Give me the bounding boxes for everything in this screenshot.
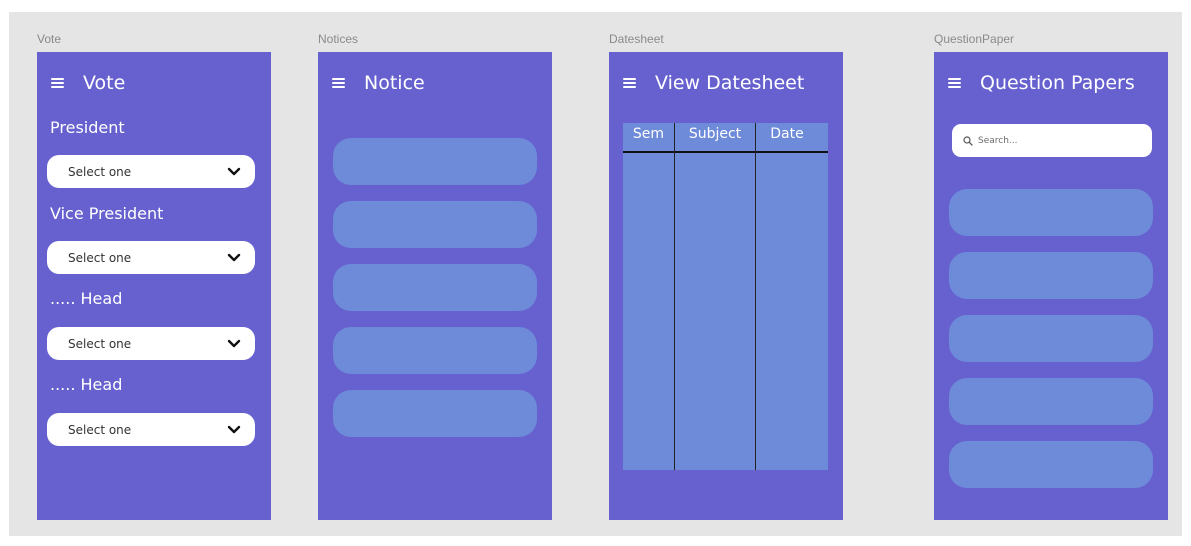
app-bar: Notice: [318, 68, 425, 98]
question-paper-card[interactable]: [949, 189, 1153, 236]
question-paper-card[interactable]: [949, 378, 1153, 425]
field-label-head-1: ..... Head: [50, 289, 123, 308]
datesheet-table: Sem Subject Date: [623, 123, 828, 470]
head-2-select[interactable]: Select one: [47, 413, 255, 446]
frame-label-notices: Notices: [318, 32, 359, 46]
select-value: Select one: [68, 422, 132, 437]
notice-card[interactable]: [333, 201, 537, 248]
hamburger-menu-icon[interactable]: [51, 78, 64, 88]
vice-president-select[interactable]: Select one: [47, 241, 255, 274]
header-divider: [623, 151, 828, 153]
field-label-head-2: ..... Head: [50, 375, 123, 394]
search-bar[interactable]: [952, 124, 1152, 157]
question-paper-card[interactable]: [949, 252, 1153, 299]
chevron-down-icon: [227, 253, 241, 261]
frame-question-paper: Question Papers: [934, 52, 1168, 520]
question-paper-card[interactable]: [949, 315, 1153, 362]
hamburger-menu-icon[interactable]: [948, 78, 961, 88]
frame-vote: Vote President Select one Vice President…: [37, 52, 271, 520]
select-value: Select one: [68, 336, 132, 351]
notice-card[interactable]: [333, 390, 537, 437]
frame-label-vote: Vote: [37, 32, 62, 46]
hamburger-menu-icon[interactable]: [623, 78, 636, 88]
hamburger-menu-icon[interactable]: [332, 78, 345, 88]
chevron-down-icon: [227, 167, 241, 175]
field-label-president: President: [50, 118, 125, 137]
page-title: Question Papers: [980, 72, 1135, 94]
notice-card[interactable]: [333, 327, 537, 374]
notice-card[interactable]: [333, 138, 537, 185]
field-label-vice-president: Vice President: [50, 204, 164, 223]
column-divider: [674, 123, 675, 470]
app-bar: Question Papers: [934, 68, 1135, 98]
search-input[interactable]: [978, 135, 1138, 146]
app-bar: View Datesheet: [609, 68, 804, 98]
frame-label-question-paper: QuestionPaper: [934, 32, 1015, 46]
search-icon: [963, 135, 973, 146]
frame-datesheet: View Datesheet Sem Subject Date: [609, 52, 843, 520]
select-value: Select one: [68, 164, 132, 179]
column-header-sem: Sem: [632, 126, 665, 142]
question-paper-card[interactable]: [949, 441, 1153, 488]
chevron-down-icon: [227, 339, 241, 347]
page-title: Vote: [83, 72, 126, 94]
frame-notices: Notice: [318, 52, 552, 520]
column-divider: [755, 123, 756, 470]
column-header-subject: Subject: [688, 126, 742, 142]
select-value: Select one: [68, 250, 132, 265]
page-title: Notice: [364, 72, 425, 94]
page-title: View Datesheet: [655, 72, 805, 94]
notice-card[interactable]: [333, 264, 537, 311]
column-header-date: Date: [770, 126, 804, 142]
app-bar: Vote: [37, 68, 125, 98]
president-select[interactable]: Select one: [47, 155, 255, 188]
head-1-select[interactable]: Select one: [47, 327, 255, 360]
chevron-down-icon: [227, 425, 241, 433]
frame-label-datesheet: Datesheet: [609, 32, 664, 46]
